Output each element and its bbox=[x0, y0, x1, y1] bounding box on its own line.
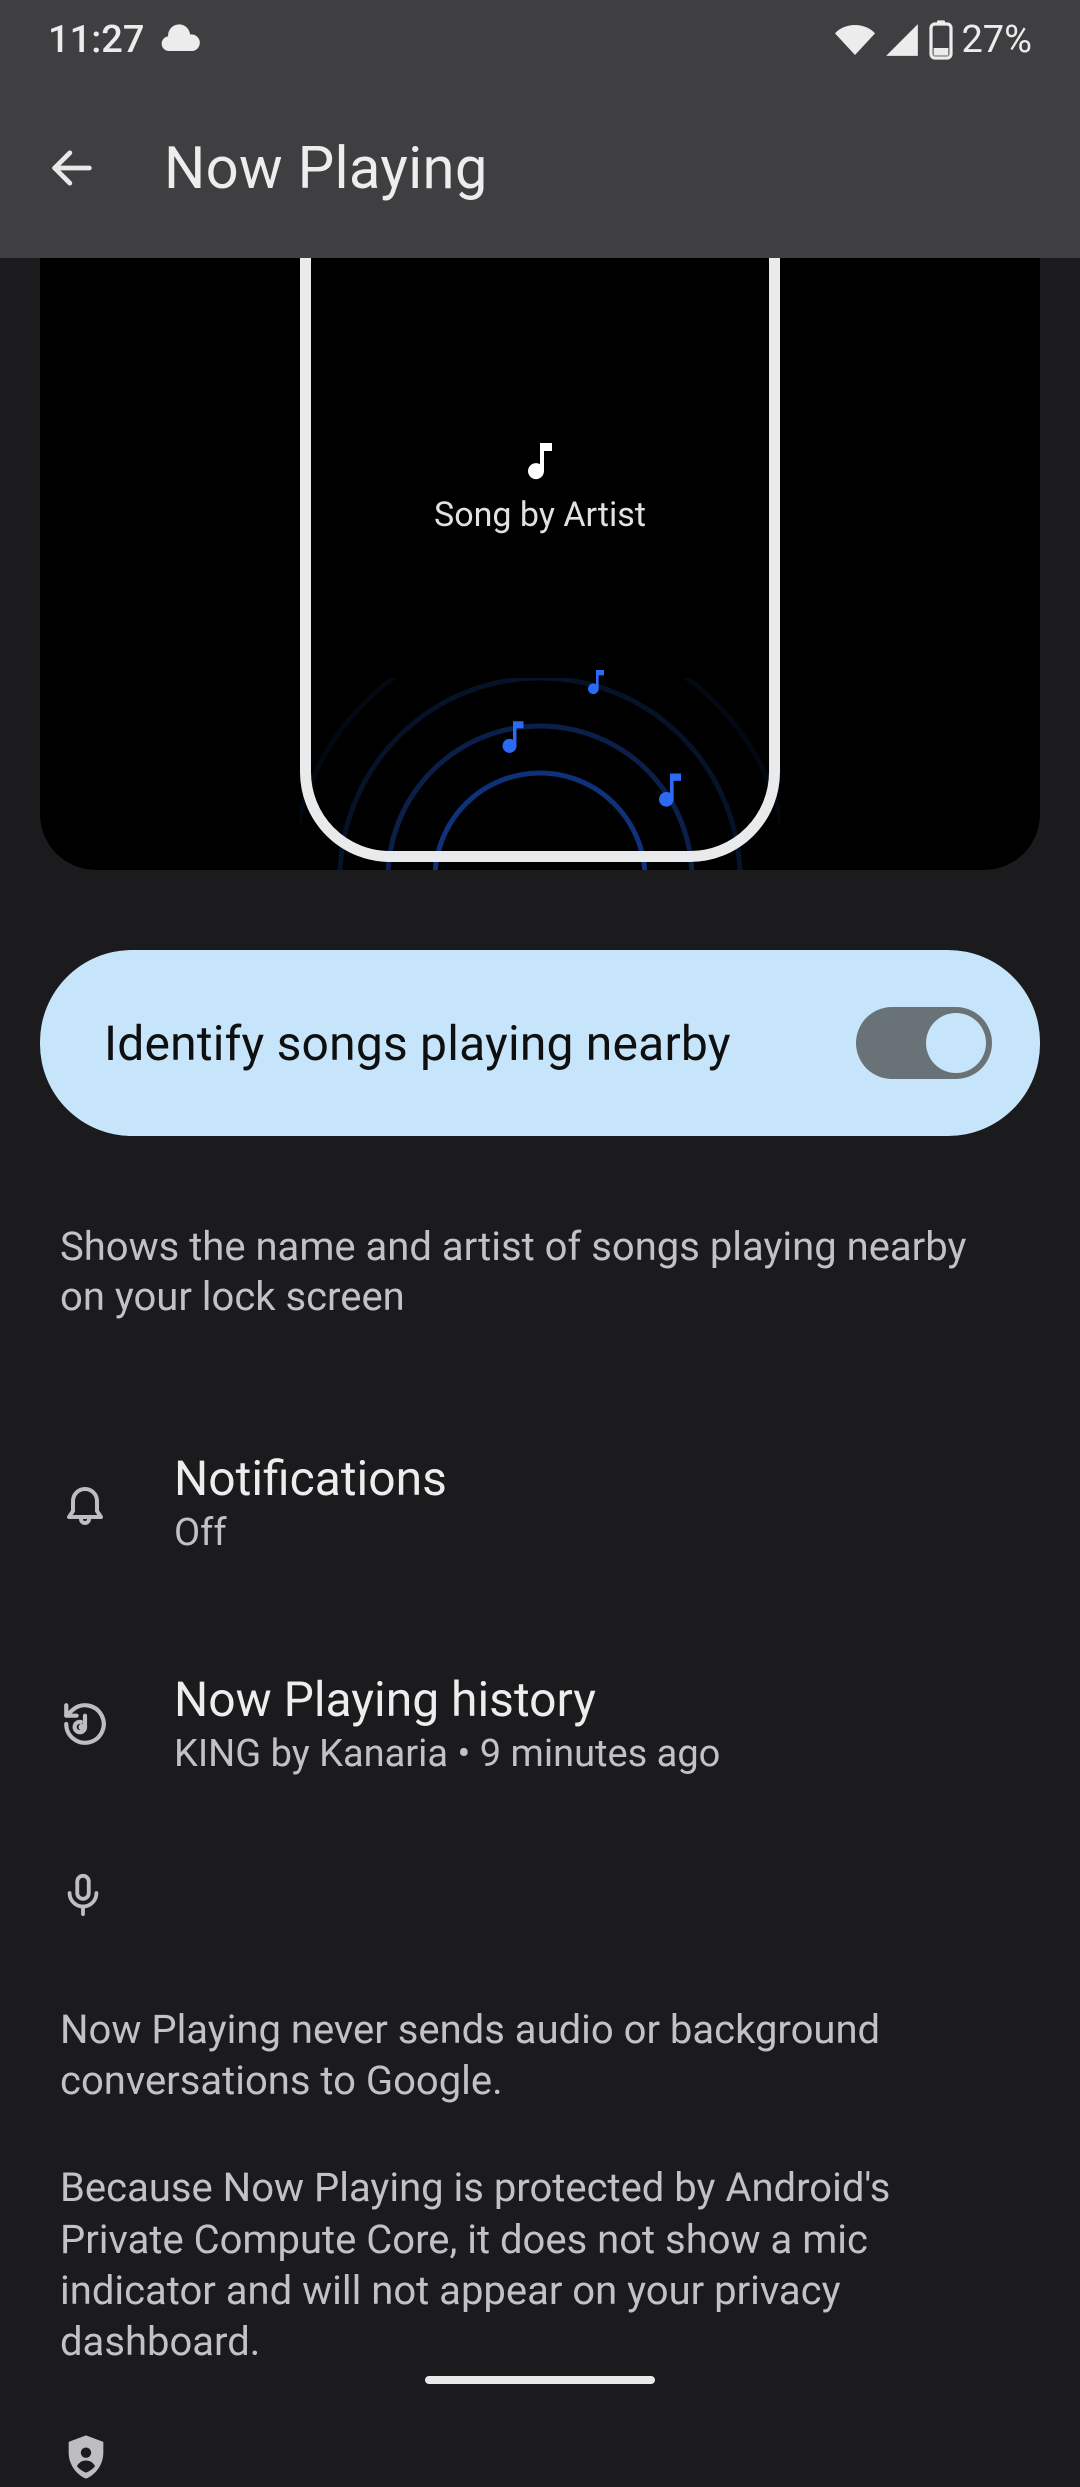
mic-icon bbox=[60, 1903, 106, 1922]
gesture-nav-handle[interactable] bbox=[425, 2376, 655, 2384]
privacy-paragraph-2: Because Now Playing is protected by Andr… bbox=[60, 2162, 1020, 2367]
status-left: 11:27 bbox=[48, 18, 202, 62]
status-bar: 11:27 27% bbox=[0, 0, 1080, 80]
identify-songs-toggle-row[interactable]: Identify songs playing nearby bbox=[40, 950, 1040, 1136]
battery-icon bbox=[929, 20, 953, 60]
hero-song-label: Song by Artist bbox=[434, 495, 646, 535]
history-title: Now Playing history bbox=[174, 1671, 720, 1728]
cloud-icon bbox=[158, 18, 202, 62]
music-note-icon bbox=[580, 666, 612, 702]
wifi-icon bbox=[835, 20, 875, 60]
history-value: KING by Kanaria • 9 minutes ago bbox=[174, 1732, 720, 1776]
notifications-value: Off bbox=[174, 1511, 447, 1555]
status-time: 11:27 bbox=[48, 18, 144, 62]
notifications-row[interactable]: Notifications Off bbox=[40, 1422, 1040, 1583]
phone-mock-icon: Song by Artist bbox=[300, 258, 780, 862]
switch-knob bbox=[926, 1013, 986, 1073]
bell-icon bbox=[60, 1478, 110, 1528]
music-note-icon bbox=[648, 768, 692, 816]
hero-illustration: Song by Artist bbox=[40, 258, 1040, 870]
page-title: Now Playing bbox=[164, 135, 488, 203]
privacy-paragraph-1: Now Playing never sends audio or backgro… bbox=[60, 2004, 1020, 2106]
battery-percent: 27% bbox=[961, 18, 1032, 62]
music-note-icon bbox=[516, 437, 564, 489]
music-note-icon bbox=[492, 716, 534, 762]
feature-description: Shows the name and artist of songs playi… bbox=[40, 1222, 1040, 1322]
mic-indicator-row bbox=[40, 1872, 1040, 1922]
arrow-left-icon bbox=[46, 142, 98, 197]
privacy-shield-row bbox=[40, 2431, 1040, 2487]
privacy-section: Now Playing never sends audio or backgro… bbox=[40, 2004, 1040, 2367]
identify-songs-label: Identify songs playing nearby bbox=[104, 1015, 731, 1072]
notifications-title: Notifications bbox=[174, 1450, 447, 1507]
history-icon bbox=[60, 1699, 110, 1749]
identify-songs-switch[interactable] bbox=[856, 1007, 992, 1079]
shield-person-icon bbox=[60, 2468, 112, 2487]
back-button[interactable] bbox=[40, 137, 104, 201]
history-row[interactable]: Now Playing history KING by Kanaria • 9 … bbox=[40, 1643, 1040, 1804]
app-bar: Now Playing bbox=[0, 80, 1080, 258]
cell-signal-icon bbox=[883, 21, 921, 59]
status-right: 27% bbox=[835, 18, 1032, 62]
settings-list: Notifications Off Now Playing history KI… bbox=[40, 1422, 1040, 1804]
